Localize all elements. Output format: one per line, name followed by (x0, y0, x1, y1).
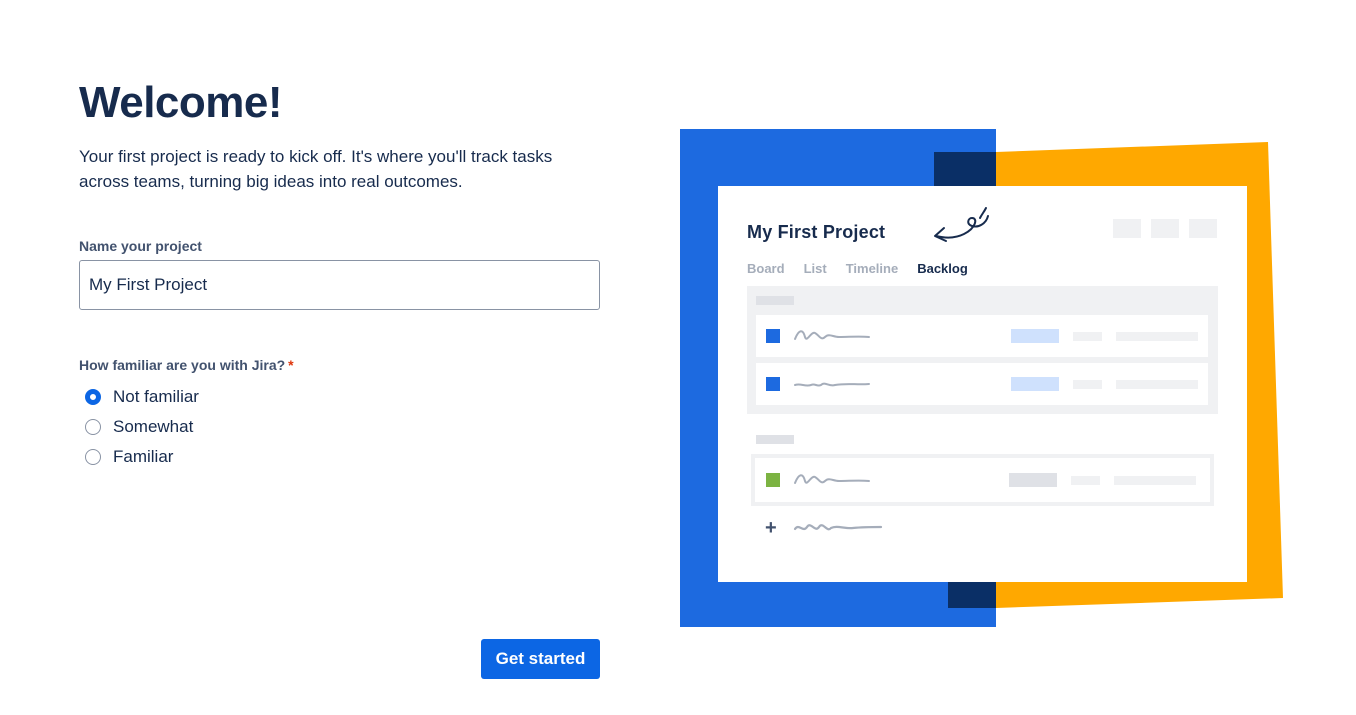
meta-bar-placeholder (1073, 380, 1102, 389)
project-preview-card: My First Project Board List Timeline Bac… (718, 186, 1247, 582)
status-pill-placeholder (1011, 329, 1059, 343)
required-asterisk: * (288, 357, 294, 373)
scribble-text-placeholder (794, 382, 870, 387)
intro-text: Your first project is ready to kick off.… (79, 147, 553, 191)
scribble-text-placeholder (793, 524, 883, 531)
familiarity-label-text: How familiar are you with Jira? (79, 357, 286, 373)
radio-option-familiar[interactable]: Familiar (85, 442, 199, 472)
page-title: Welcome! (79, 78, 283, 127)
project-name-label: Name your project (79, 238, 202, 254)
toolbar-placeholder (1113, 219, 1141, 238)
preview-issue-row (756, 363, 1208, 405)
radio-label: Somewhat (113, 417, 194, 436)
plus-icon: + (765, 517, 777, 539)
toolbar-placeholder (1189, 219, 1217, 238)
preview-issue-row (756, 315, 1208, 357)
sprint-header-placeholder (756, 296, 794, 305)
navy-accent-bottom (948, 580, 996, 608)
welcome-page: Welcome! Your first project is ready to … (0, 0, 1356, 715)
radio-button[interactable] (85, 449, 101, 465)
preview-tab-list: List (803, 261, 827, 276)
radio-button-checked[interactable] (85, 389, 101, 405)
scribble-text-placeholder (794, 474, 870, 484)
issue-type-square (766, 377, 780, 391)
curved-arrow-icon (934, 207, 989, 242)
preview-backlog-section (751, 454, 1214, 506)
familiarity-label: How familiar are you with Jira? * (79, 356, 294, 374)
meta-bar-placeholder (1071, 476, 1100, 485)
radio-option-not-familiar[interactable]: Not familiar (85, 382, 199, 412)
radio-label: Not familiar (113, 387, 199, 406)
project-illustration: My First Project Board List Timeline Bac… (680, 128, 1290, 628)
meta-bar-placeholder (1073, 332, 1102, 341)
preview-project-title: My First Project (747, 222, 886, 242)
preview-tab-backlog: Backlog (917, 261, 968, 276)
preview-sprint-section (747, 286, 1218, 414)
meta-bar-placeholder (1116, 332, 1198, 341)
meta-bar-placeholder (1114, 476, 1196, 485)
status-pill-placeholder (1011, 377, 1059, 391)
preview-tab-timeline: Timeline (845, 261, 899, 276)
scribble-text-placeholder (794, 330, 870, 340)
radio-button[interactable] (85, 419, 101, 435)
toolbar-placeholder (1151, 219, 1179, 238)
preview-tab-board: Board (747, 261, 785, 276)
issue-type-square (766, 473, 780, 487)
backlog-header-placeholder (756, 435, 794, 444)
familiarity-radio-group: Not familiar Somewhat Familiar (85, 382, 199, 472)
preview-tabs: Board List Timeline Backlog (747, 261, 968, 276)
navy-accent-top (934, 152, 996, 188)
meta-bar-placeholder (1116, 380, 1198, 389)
issue-type-square (766, 329, 780, 343)
radio-option-somewhat[interactable]: Somewhat (85, 412, 199, 442)
get-started-button[interactable]: Get started (481, 639, 600, 679)
project-name-input[interactable] (79, 260, 600, 310)
radio-label: Familiar (113, 447, 174, 466)
status-pill-placeholder (1009, 473, 1057, 487)
